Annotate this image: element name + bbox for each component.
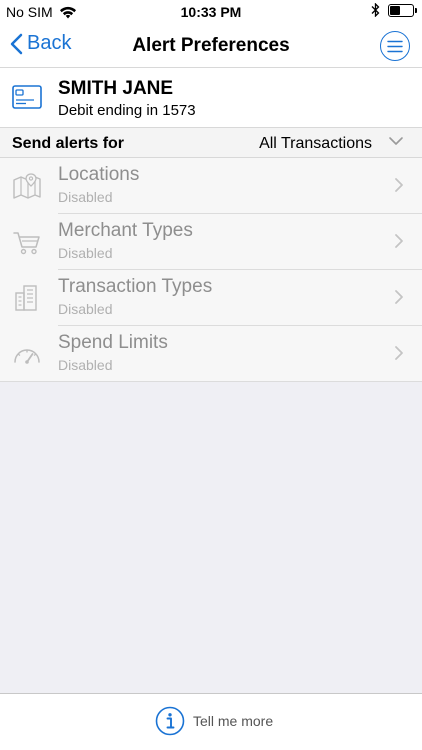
send-alerts-selector[interactable]: Send alerts for All Transactions: [0, 128, 422, 158]
preference-status: Disabled: [58, 357, 113, 373]
chevron-right-icon: [395, 290, 403, 304]
debit-card-icon: [12, 85, 42, 109]
preference-status: Disabled: [58, 245, 113, 261]
preference-title: Merchant Types: [58, 220, 193, 241]
chevron-right-icon: [395, 178, 403, 192]
preference-row-merchant-types[interactable]: Merchant Types Disabled: [0, 214, 422, 270]
chevron-right-icon: [395, 234, 403, 248]
send-alerts-label: Send alerts for: [12, 135, 125, 152]
preference-status: Disabled: [58, 301, 113, 317]
preference-row-spend-limits[interactable]: Spend Limits Disabled: [0, 326, 422, 382]
status-bar: No SIM 10:33 PM: [0, 0, 422, 24]
menu-icon: [387, 40, 403, 52]
account-holder-name: SMITH JANE: [58, 78, 174, 99]
chevron-down-icon[interactable]: [388, 136, 404, 146]
row-divider: [0, 381, 422, 382]
preference-title: Locations: [58, 164, 140, 185]
preference-status: Disabled: [58, 189, 113, 205]
account-header: SMITH JANE Debit ending in 1573: [0, 68, 422, 128]
footer-bar: Tell me more: [0, 693, 422, 750]
send-alerts-value[interactable]: All Transactions: [259, 135, 372, 153]
account-subtitle: Debit ending in 1573: [58, 102, 196, 119]
tell-me-more-button[interactable]: Tell me more: [155, 706, 273, 736]
preference-row-transaction-types[interactable]: Transaction Types Disabled: [0, 270, 422, 326]
alert-preferences-list: Locations Disabled Merchant Types Disabl…: [0, 158, 422, 382]
info-icon: [155, 706, 185, 736]
status-time: 10:33 PM: [180, 4, 242, 20]
navigation-bar: Back Alert Preferences: [0, 24, 422, 68]
building-icon: [15, 285, 37, 311]
battery-level: [390, 5, 400, 15]
page-title: Alert Preferences: [132, 35, 290, 56]
status-right: [371, 3, 417, 17]
cart-icon: [13, 232, 40, 255]
preference-title: Transaction Types: [58, 276, 213, 297]
gauge-icon: [14, 349, 40, 364]
menu-button[interactable]: [380, 31, 410, 61]
map-icon: [13, 173, 41, 199]
bluetooth-icon: [371, 3, 380, 17]
tell-me-more-label: Tell me more: [193, 713, 274, 729]
preference-title: Spend Limits: [58, 332, 168, 353]
chevron-right-icon: [395, 346, 403, 360]
preference-row-locations[interactable]: Locations Disabled: [0, 158, 422, 214]
battery-icon: [388, 3, 417, 17]
